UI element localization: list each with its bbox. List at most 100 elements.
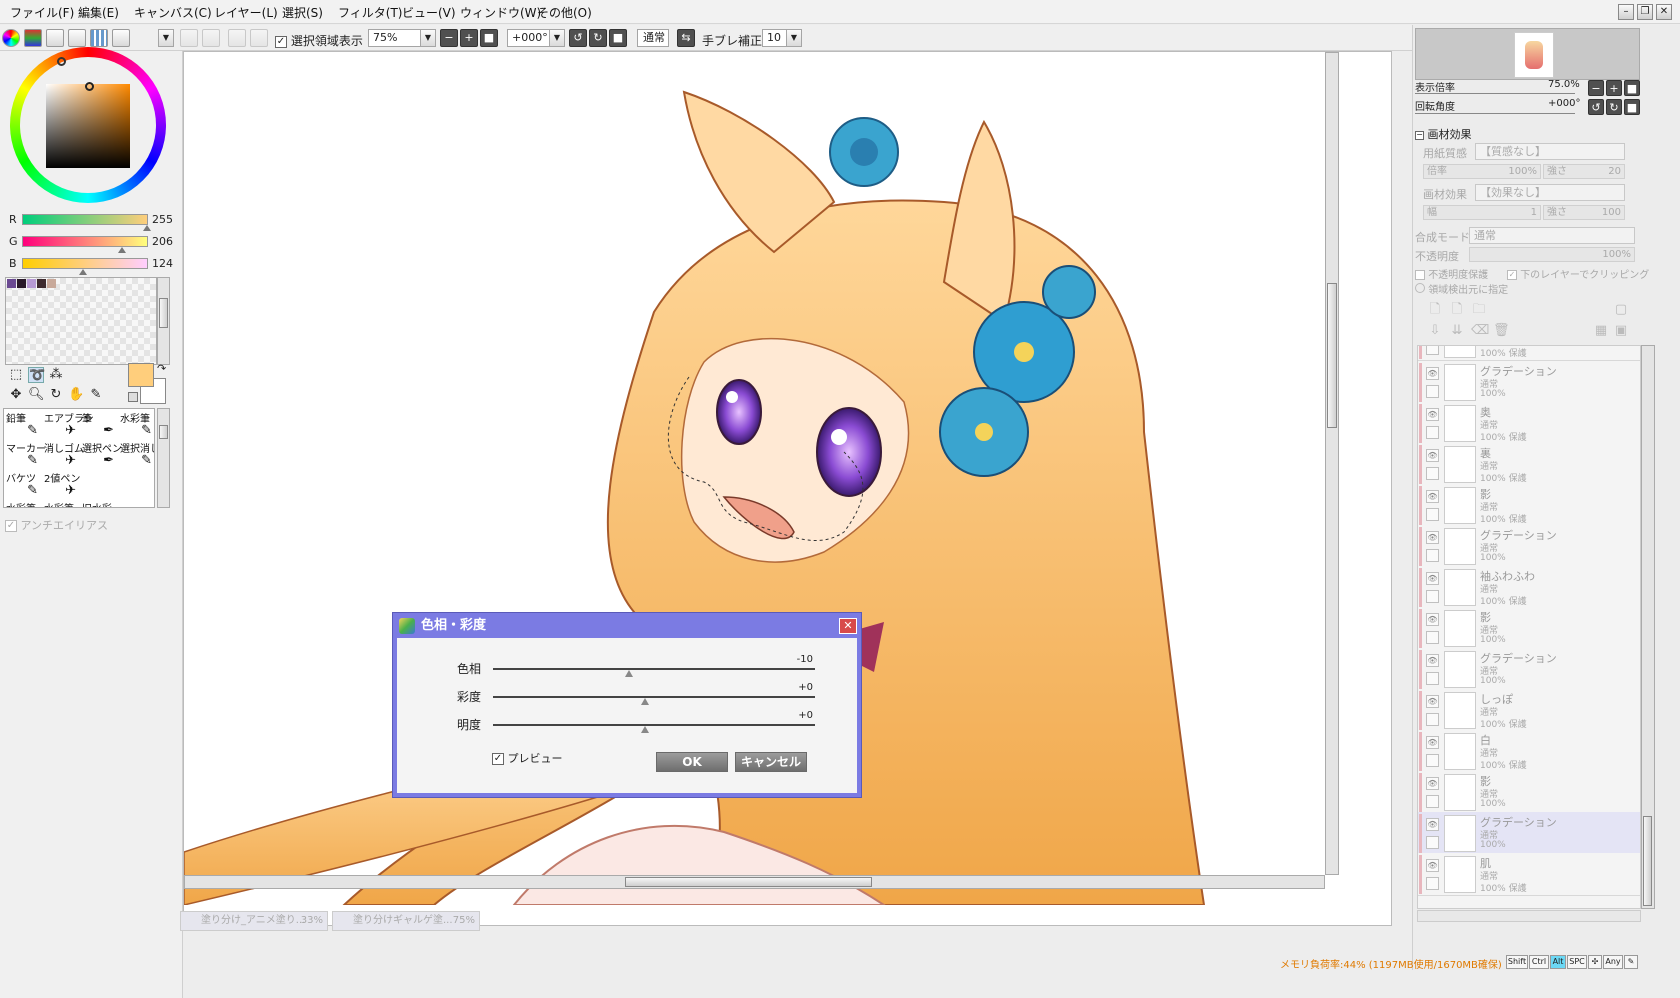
rotate-tool-icon[interactable]: ↻ (48, 387, 64, 403)
minimize-icon[interactable]: – (1618, 4, 1634, 20)
effect-strength-bar[interactable]: 強さ 100 (1543, 205, 1625, 220)
redo-icon[interactable] (202, 29, 220, 47)
effect-select[interactable]: 【効果なし】 (1475, 184, 1625, 201)
brightness-slider[interactable] (493, 724, 815, 726)
view-mode-button[interactable]: 通常 (637, 29, 669, 47)
delete-layer-icon[interactable]: 🗑 (1493, 323, 1510, 339)
close-window-icon[interactable]: ✕ (1656, 4, 1672, 20)
blend-mode-select[interactable]: 通常 (1469, 227, 1635, 244)
cancel-button[interactable]: キャンセル (735, 752, 807, 772)
lasso-icon[interactable]: ➰ (28, 367, 45, 383)
rotation-reset-icon[interactable]: ■ (609, 29, 627, 47)
brush-slot[interactable]: 筆 ✒ (80, 409, 118, 439)
menu-edit[interactable]: 編集(E) (78, 4, 119, 21)
layer-lock-checkbox[interactable] (1426, 672, 1439, 685)
zoom-in-icon[interactable]: + (460, 29, 478, 47)
layer-row[interactable]: 👁 グラデーション 通常 100% (1418, 525, 1640, 568)
layer-lock-checkbox[interactable] (1426, 713, 1439, 726)
sv-marker[interactable] (85, 82, 94, 91)
antialias-checkbox-icon[interactable]: ✓ (5, 520, 17, 532)
layer-row[interactable]: 👁 肌通常 100% 保護 (1418, 853, 1640, 896)
layer-lock-checkbox[interactable] (1426, 877, 1439, 890)
palette-list-toggle-icon[interactable] (68, 29, 86, 47)
g-value[interactable]: 206 (152, 235, 173, 248)
layer-lock-checkbox[interactable] (1426, 508, 1439, 521)
rotation-dropdown-chevron-icon[interactable]: ▼ (549, 29, 565, 47)
canvas-tab-2[interactable]: 塗り分けギャルゲ塗... 75% (332, 911, 480, 931)
opacity-bar[interactable]: 100% (1469, 247, 1635, 262)
brush-slot[interactable]: マーカー ✎ (4, 439, 46, 469)
r-slider[interactable] (22, 214, 148, 225)
rotate-right-icon[interactable]: ↻ (589, 29, 607, 47)
color-wheel-toggle-icon[interactable] (2, 29, 20, 47)
paper-strength-bar[interactable]: 強さ 20 (1543, 164, 1625, 179)
checkbox-icon[interactable]: ✓ (1507, 270, 1517, 280)
new-vector-layer-icon[interactable]: 🗋 (1449, 302, 1465, 318)
layer-row[interactable]: 👁 影通常 100% (1418, 607, 1640, 650)
eye-icon[interactable]: 👁 (1426, 654, 1439, 667)
brush-slot[interactable]: 選択ペン ✒ (80, 439, 122, 469)
hue-marker[interactable] (57, 57, 66, 66)
radio-icon[interactable] (1415, 283, 1425, 293)
transparent-color-icon[interactable] (128, 392, 138, 402)
primary-color-swatch[interactable] (128, 363, 154, 387)
brightness-slider-knob[interactable] (641, 726, 649, 733)
brush-slot[interactable]: 鉛筆 ✎ (4, 409, 42, 439)
swatch-scrollbar[interactable] (157, 277, 170, 365)
eye-icon[interactable]: 👁 (1426, 367, 1439, 380)
checkbox-icon[interactable] (1415, 270, 1425, 280)
layer-row[interactable]: 👁 袖ふわふわ 通常 100% 保護 (1418, 566, 1640, 609)
brush-slot[interactable] (118, 469, 154, 499)
new-layer-icon[interactable]: 🗋 (1427, 302, 1443, 318)
menu-view[interactable]: ビュー(V) (402, 4, 456, 21)
dialog-title-bar[interactable]: 色相・彩度 ✕ (395, 615, 859, 637)
r-value[interactable]: 255 (152, 213, 173, 226)
rgb-slider-toggle-icon[interactable] (24, 29, 42, 47)
b-value[interactable]: 124 (152, 257, 173, 270)
brush-slot[interactable]: 水彩筆✈ (42, 499, 80, 507)
brush-slot[interactable]: エアブラシ ✈ (42, 409, 94, 439)
layer-lock-checkbox[interactable] (1426, 795, 1439, 808)
layer-lock-checkbox[interactable] (1426, 754, 1439, 767)
eye-icon[interactable]: 👁 (1426, 859, 1439, 872)
r-slider-knob[interactable] (143, 225, 151, 231)
saturation-slider[interactable] (493, 696, 815, 698)
move-icon[interactable]: ✥ (8, 387, 24, 403)
color-swatch[interactable] (27, 279, 36, 288)
layer-lock-checkbox[interactable] (1426, 467, 1439, 480)
color-swatch[interactable] (7, 279, 16, 288)
brush-slot[interactable]: 水彩筆✎ (118, 409, 154, 439)
rect-select-icon[interactable]: ⬚ (8, 367, 24, 383)
ok-button[interactable]: OK (656, 752, 728, 772)
selection-show-toggle[interactable]: ✓ 選択領域表示 (275, 32, 363, 49)
menu-other[interactable]: その他(O) (537, 4, 592, 21)
brush-scrollbar[interactable] (157, 408, 170, 508)
layer-horizontal-scrollbar[interactable] (1417, 910, 1641, 922)
brush-slot[interactable]: 選択消し✎ (118, 439, 154, 469)
angle-slider[interactable] (1415, 113, 1575, 114)
canvas-horizontal-scrollbar[interactable] (184, 875, 1325, 889)
collapse-icon[interactable]: − (1415, 130, 1424, 140)
effect-width-bar[interactable]: 幅1 (1423, 205, 1541, 220)
g-slider[interactable] (22, 236, 148, 247)
navigator-preview[interactable] (1415, 28, 1640, 80)
opacity-protect-toggle[interactable]: 不透明度保護 (1415, 266, 1488, 281)
layer-row[interactable]: 👁 白通常 100% 保護 (1418, 730, 1640, 773)
layer-settings-icon[interactable]: ▣ (1613, 323, 1629, 339)
saturation-value-square[interactable] (46, 84, 130, 168)
layer-row[interactable]: 👁 奥通常 100% 保護 (1418, 402, 1640, 445)
layer-row[interactable]: 👁 グラデーション 通常 100% (1418, 361, 1640, 404)
layer-lock-checkbox[interactable] (1426, 426, 1439, 439)
invert-selection-icon[interactable] (250, 29, 268, 47)
hue-slider-knob[interactable] (625, 670, 633, 677)
swap-colors-icon[interactable]: ↷ (157, 362, 166, 375)
zoom-select[interactable]: 75% (368, 29, 428, 47)
clipping-toggle[interactable]: ✓ 下のレイヤーでクリッピング (1507, 266, 1649, 281)
brush-slot[interactable]: 消しゴム ✈ (42, 439, 84, 469)
antialias-toggle[interactable]: ✓ アンチエイリアス (5, 517, 108, 533)
zoom-slider[interactable] (1415, 93, 1575, 94)
new-folder-icon[interactable]: 🗀 (1471, 302, 1487, 318)
eye-icon[interactable]: 👁 (1426, 613, 1439, 626)
paper-scale-bar[interactable]: 倍率 100% (1423, 164, 1541, 179)
eye-icon[interactable]: 👁 (1426, 531, 1439, 544)
